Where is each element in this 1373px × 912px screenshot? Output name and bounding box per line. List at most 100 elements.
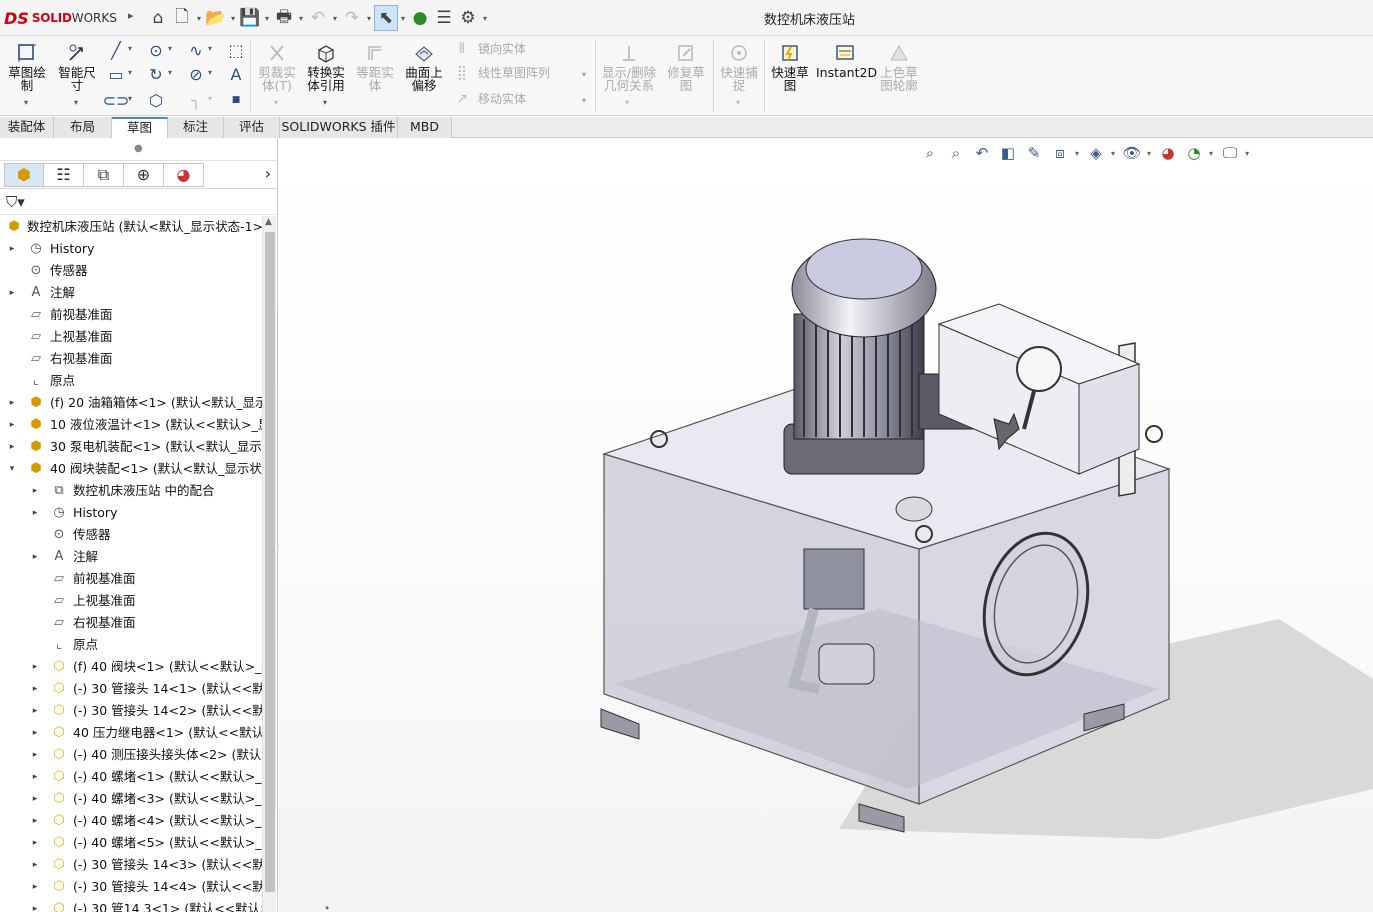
hydraulic-station-model[interactable]: ∙ (279, 139, 1373, 912)
arc-icon[interactable]: ↻ (146, 64, 166, 84)
tree-item[interactable]: ▸ A 注解 (0, 546, 262, 568)
smart-dimension-dropdown[interactable]: ▾ (74, 98, 78, 107)
polygon-icon[interactable]: ⬡ (146, 90, 166, 110)
quick-snaps-dropdown[interactable]: ▾ (736, 98, 740, 107)
expand-arrow-icon[interactable]: ▸ (29, 832, 41, 854)
line-dropdown[interactable]: ▾ (128, 44, 132, 53)
tree-item[interactable]: ▸ A 注解 (0, 282, 262, 304)
dimxpertmanager-tab-icon[interactable]: ⊕ (124, 162, 164, 187)
construction-geometry-icon[interactable]: ⬚ (226, 40, 246, 60)
tree-item[interactable]: ▾ ⬢ 40 阀块装配<1> (默认<默认_显示状态 (0, 458, 262, 480)
offset-entities-button[interactable]: 等距实 体 (352, 42, 398, 92)
ellipse-dropdown[interactable]: ▾ (208, 68, 212, 77)
spline-dropdown[interactable]: ▾ (208, 44, 212, 53)
configurationmanager-tab-icon[interactable]: ⧉ (84, 162, 124, 187)
sketch-dropdown[interactable]: ▾ (24, 98, 28, 107)
tree-item[interactable]: ▱ 前视基准面 (0, 568, 262, 590)
tree-item[interactable]: ▸ ⬡ (-) 30 管14 3<1> (默认<<默认>_ (0, 898, 262, 912)
expand-arrow-icon[interactable]: ▸ (6, 414, 18, 436)
rectangle-dropdown[interactable]: ▾ (128, 68, 132, 77)
tree-item[interactable]: ▸ ◷ History (0, 502, 262, 524)
ellipse-icon[interactable]: ⊘ (186, 64, 206, 84)
linear-pattern-dropdown[interactable]: ▾ (582, 70, 586, 79)
move-dropdown[interactable]: ▾ (582, 96, 586, 105)
expand-arrow-icon[interactable]: ▸ (6, 238, 18, 260)
linear-pattern-item[interactable]: ⣿ 线性草图阵列 (452, 64, 550, 81)
tree-item[interactable]: ▸ ⬡ 40 压力继电器<1> (默认<<默认>_ (0, 722, 262, 744)
tree-item[interactable]: ▸ ⬡ (-) 40 螺堵<5> (默认<<默认>_显示 (0, 832, 262, 854)
tree-item[interactable]: ▸ ⬡ (-) 40 螺堵<1> (默认<<默认>_显示 (0, 766, 262, 788)
instant2d-button[interactable]: Instant2D (816, 42, 877, 79)
expand-arrow-icon[interactable]: ▸ (29, 810, 41, 832)
point-icon[interactable]: ■ (226, 90, 246, 110)
arc-dropdown[interactable]: ▾ (168, 68, 172, 77)
tree-scrollbar[interactable]: ▲ (262, 216, 276, 912)
panel-grip[interactable]: ● (0, 139, 277, 161)
tree-item[interactable]: ▸ ⬡ (-) 30 管接头 14<1> (默认<<默认 (0, 678, 262, 700)
tree-item[interactable]: ▸ ⬡ (f) 40 阀块<1> (默认<<默认>_显示 (0, 656, 262, 678)
expand-arrow-icon[interactable]: ▸ (29, 788, 41, 810)
propertymanager-tab-icon[interactable]: ☷ (44, 162, 84, 187)
tree-item[interactable]: ▸ ⬡ (-) 40 螺堵<4> (默认<<默认>_显示 (0, 810, 262, 832)
tree-item[interactable]: ⌞ 原点 (0, 634, 262, 656)
tree-item[interactable]: ▸ ⬡ (-) 30 管接头 14<2> (默认<<默认 (0, 700, 262, 722)
tab-mbd[interactable]: MBD (398, 117, 452, 138)
shaded-sketch-contours-button[interactable]: 上色草 图轮廓 (876, 42, 922, 92)
smart-dimension-button[interactable]: 智能尺 寸 (54, 42, 100, 92)
tree-item[interactable]: ▸ ◷ History (0, 238, 262, 260)
slot-dropdown[interactable]: ▾ (128, 94, 132, 103)
panel-expand-icon[interactable]: › (265, 164, 271, 183)
fillet-icon[interactable]: ╮ (186, 90, 206, 110)
tab-evaluate[interactable]: 评估 (224, 117, 280, 138)
spline-icon[interactable]: ∿ (186, 40, 206, 60)
expand-arrow-icon[interactable]: ▸ (29, 502, 41, 524)
mirror-entities-item[interactable]: ⫴ 镜向实体 (452, 40, 526, 57)
collapse-arrow-icon[interactable]: ▾ (6, 458, 18, 480)
expand-arrow-icon[interactable]: ▸ (6, 436, 18, 458)
tree-item[interactable]: ▸ ⬡ (-) 30 管接头 14<3> (默认<<默认 (0, 854, 262, 876)
tree-item[interactable]: ▸ ⬢ 30 泵电机装配<1> (默认<默认_显示状 (0, 436, 262, 458)
displaymanager-tab-icon[interactable]: ◕ (164, 162, 204, 187)
tree-item[interactable]: ▱ 上视基准面 (0, 326, 262, 348)
scroll-up-icon[interactable]: ▲ (265, 217, 272, 227)
relations-dropdown[interactable]: ▾ (625, 98, 629, 107)
expand-arrow-icon[interactable]: ▸ (29, 700, 41, 722)
tree-item[interactable]: ▱ 右视基准面 (0, 612, 262, 634)
tree-item[interactable]: ▸ ⧉ 数控机床液压站 中的配合 (0, 480, 262, 502)
tree-item[interactable]: ▸ ⬢ 10 液位液温计<1> (默认<<默认>_显示 (0, 414, 262, 436)
convert-entities-button[interactable]: 转换实 体引用 (303, 42, 349, 92)
tree-item[interactable]: ▱ 右视基准面 (0, 348, 262, 370)
tree-filter[interactable]: ⛉▾ (0, 189, 277, 215)
tab-markup[interactable]: 标注 (168, 117, 224, 138)
expand-arrow-icon[interactable]: ▸ (29, 678, 41, 700)
text-icon[interactable]: A (226, 64, 246, 84)
quick-snaps-button[interactable]: 快速捕 捉 (716, 42, 762, 92)
expand-arrow-icon[interactable]: ▸ (29, 722, 41, 744)
tree-item[interactable]: ⌞ 原点 (0, 370, 262, 392)
tree-item[interactable]: ▸ ⬡ (-) 40 螺堵<3> (默认<<默认>_显示 (0, 788, 262, 810)
fillet-dropdown[interactable]: ▾ (208, 94, 212, 103)
trim-button[interactable]: 剪裁实 体(T) (254, 42, 300, 92)
tab-solidworks-addins[interactable]: SOLIDWORKS 插件 (280, 117, 398, 138)
move-entities-item[interactable]: ↗ 移动实体 (452, 90, 526, 107)
tree-item[interactable]: ▸ ⬡ (-) 40 测压接头接头体<2> (默认< (0, 744, 262, 766)
circle-dropdown[interactable]: ▾ (168, 44, 172, 53)
scrollbar-thumb[interactable] (265, 232, 275, 892)
convert-dropdown[interactable]: ▾ (323, 98, 327, 107)
graphics-area[interactable]: ⌕ ⌕ ↶ ◧ ✎ ⧈ ▾ ◈ ▾ 👁 ▾ ◕ ◔ ▾ 🖵 ▾ ∙ (279, 139, 1373, 912)
expand-arrow-icon[interactable]: ▸ (6, 392, 18, 414)
expand-arrow-icon[interactable]: ▸ (6, 282, 18, 304)
tree-item[interactable]: ▱ 前视基准面 (0, 304, 262, 326)
circle-icon[interactable]: ⊙ (146, 40, 166, 60)
trim-dropdown[interactable]: ▾ (274, 98, 278, 107)
tab-sketch[interactable]: 草图 (112, 117, 168, 138)
rapid-sketch-button[interactable]: 快速草 图 (767, 42, 813, 92)
tree-root[interactable]: ⬢ 数控机床液压站 (默认<默认_显示状态-1>) (0, 216, 262, 238)
tree-item[interactable]: ⊙ 传感器 (0, 524, 262, 546)
expand-arrow-icon[interactable]: ▸ (29, 854, 41, 876)
expand-arrow-icon[interactable]: ▸ (29, 480, 41, 502)
slot-icon[interactable]: ⊂⊃ (103, 90, 130, 110)
expand-arrow-icon[interactable]: ▸ (29, 546, 41, 568)
tree-item[interactable]: ▸ ⬢ (f) 20 油箱箱体<1> (默认<默认_显示状 (0, 392, 262, 414)
expand-arrow-icon[interactable]: ▸ (29, 744, 41, 766)
